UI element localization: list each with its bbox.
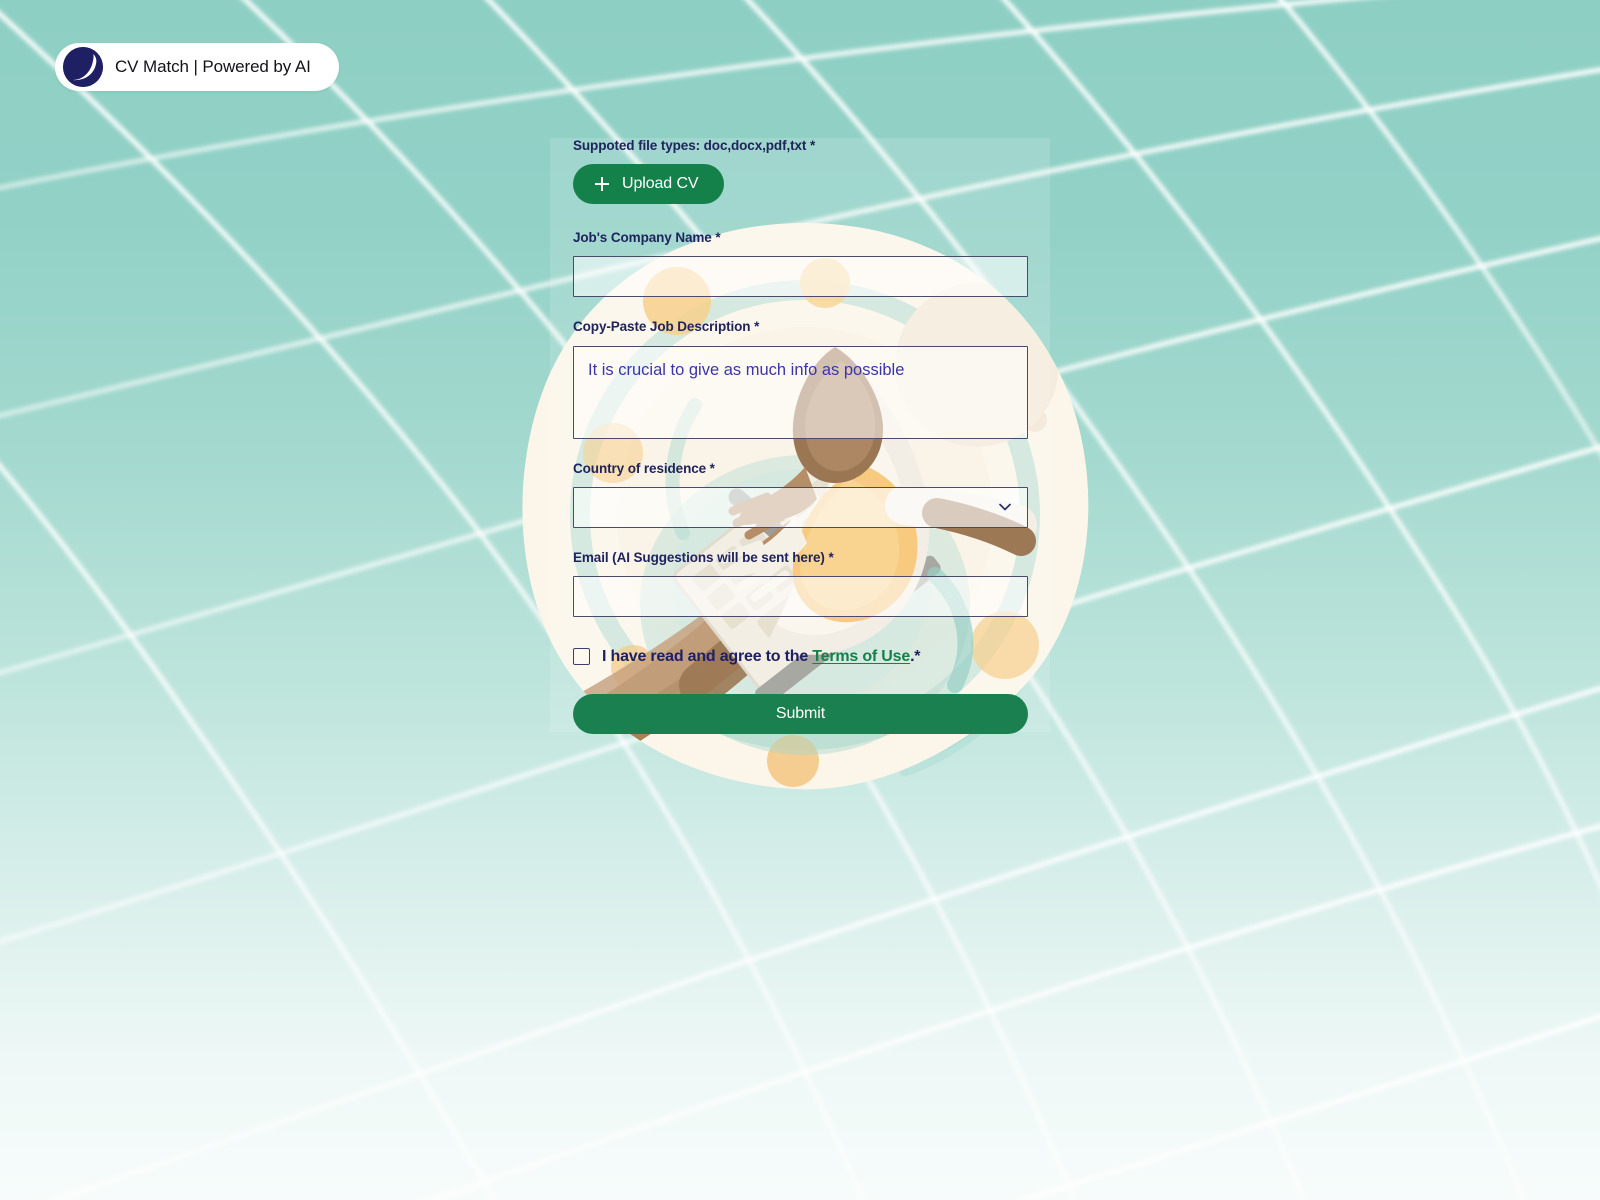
country-of-residence-label: Country of residence * (573, 460, 715, 476)
brand-name: CV Match | Powered by AI (115, 57, 311, 76)
email-input[interactable] (573, 575, 1028, 617)
job-description-label: Copy-Paste Job Description * (573, 319, 760, 335)
app-root: CV Match | Powered by AI Suppoted file t… (0, 0, 1600, 1200)
terms-of-use-link[interactable]: Terms of Use (812, 648, 910, 665)
crescent-circle-logo-icon (63, 47, 103, 87)
terms-text-after: .* (910, 647, 921, 665)
upload-cv-button[interactable]: Upload CV (573, 164, 725, 205)
plus-icon (595, 177, 609, 192)
email-label: Email (AI Suggestions will be sent here)… (573, 549, 834, 565)
country-of-residence-select[interactable] (573, 486, 1028, 528)
brand-pill[interactable]: CV Match | Powered by AI (55, 43, 339, 91)
country-select-wrapper (573, 486, 1028, 528)
cv-match-form: Suppoted file types: doc,docx,pdf,txt * … (573, 138, 1028, 734)
company-name-input[interactable] (573, 256, 1028, 298)
submit-button[interactable]: Submit (573, 693, 1028, 734)
supported-file-types-label: Suppoted file types: doc,docx,pdf,txt * (573, 138, 816, 153)
company-name-label: Job's Company Name * (573, 230, 721, 246)
terms-text-before: I have read and agree to the (602, 647, 813, 665)
upload-cv-button-label: Upload CV (622, 175, 699, 193)
terms-row: I have read and agree to the Terms of Us… (573, 646, 1028, 668)
terms-text: I have read and agree to the Terms of Us… (602, 647, 921, 666)
terms-of-use-checkbox[interactable] (573, 648, 590, 666)
job-description-textarea[interactable] (573, 345, 1028, 439)
